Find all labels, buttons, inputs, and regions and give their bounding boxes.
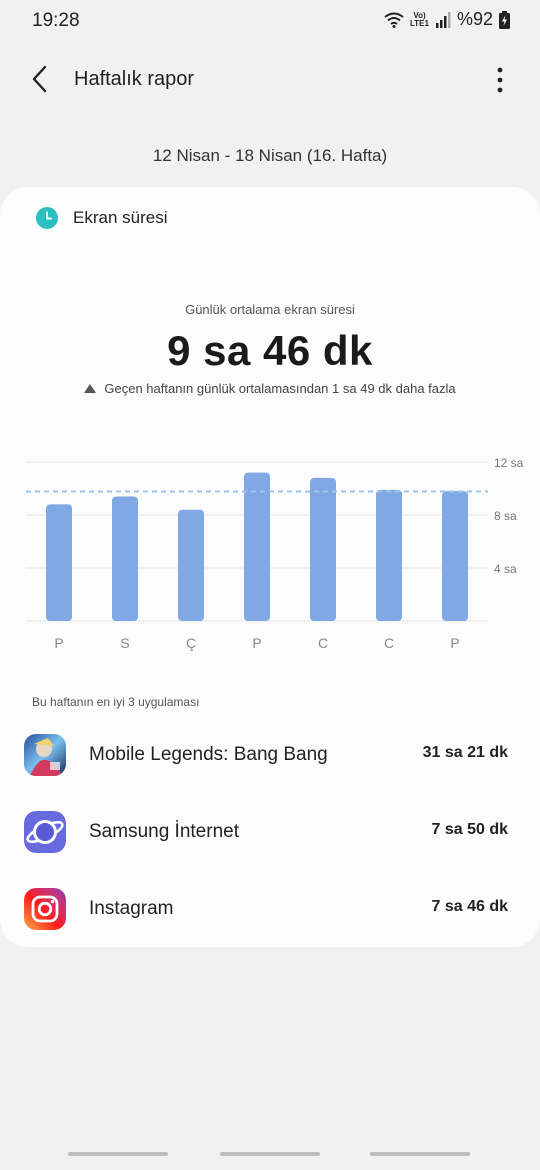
bar: [46, 504, 72, 621]
bar: [244, 472, 270, 621]
battery-charging-icon: [499, 10, 510, 29]
lte-indicator: Vo) LTE1: [410, 10, 429, 28]
weekly-bar-chart: 4 sa 8 sa 12 sa P S Ç P C C P: [26, 456, 524, 651]
bar: [178, 509, 204, 621]
x-tick-label: P: [252, 635, 261, 651]
app-row[interactable]: Mobile Legends: Bang Bang 31 sa 21 dk: [0, 734, 540, 794]
more-options-icon[interactable]: [490, 66, 510, 94]
y-tick-label: 12 sa: [494, 456, 524, 470]
x-tick-label: S: [120, 635, 129, 651]
app-bar: Haftalık rapor: [0, 52, 540, 108]
bar: [112, 496, 138, 621]
instagram-icon: [24, 888, 66, 930]
nav-recent-button[interactable]: [68, 1152, 168, 1156]
status-time: 19:28: [32, 10, 80, 31]
nav-back-button[interactable]: [370, 1152, 470, 1156]
navigation-bar: [0, 1150, 540, 1170]
app-name: Instagram: [89, 898, 174, 919]
page-title: Haftalık rapor: [74, 68, 195, 90]
screen-time-card: Ekran süresi Günlük ortalama ekran süres…: [0, 187, 540, 947]
app-row[interactable]: Instagram 7 sa 46 dk: [0, 888, 540, 948]
battery-percent: %92: [456, 9, 493, 29]
back-button[interactable]: [26, 64, 56, 94]
x-tick-label: C: [384, 635, 394, 651]
status-bar: 19:28 Vo) LTE1 %92: [0, 0, 540, 44]
x-tick-label: Ç: [186, 635, 196, 651]
app-name: Mobile Legends: Bang Bang: [89, 744, 328, 765]
bar: [310, 477, 336, 621]
mobile-legends-icon: [24, 734, 66, 776]
y-tick-label: 4 sa: [494, 562, 517, 576]
x-tick-label: P: [450, 635, 459, 651]
x-tick-label: C: [318, 635, 328, 651]
x-tick-label: P: [54, 635, 63, 651]
date-range: 12 Nisan - 18 Nisan (16. Hafta): [152, 146, 388, 165]
status-icons: Vo) LTE1 %92: [384, 9, 510, 30]
app-name: Samsung İnternet: [89, 821, 239, 842]
signal-icon: [435, 11, 451, 28]
y-tick-label: 8 sa: [494, 509, 517, 523]
app-usage-time: 7 sa 50 dk: [431, 821, 509, 838]
wifi-icon: [384, 12, 404, 28]
bar: [376, 489, 402, 621]
samsung-internet-icon: [24, 811, 66, 853]
bar: [442, 491, 468, 621]
app-usage-time: 7 sa 46 dk: [431, 898, 509, 915]
nav-home-button[interactable]: [220, 1152, 320, 1156]
top-apps-label: Bu haftanın en iyi 3 uygulaması: [32, 695, 200, 709]
app-row[interactable]: Samsung İnternet 7 sa 50 dk: [0, 811, 540, 871]
app-usage-time: 31 sa 21 dk: [422, 744, 508, 761]
